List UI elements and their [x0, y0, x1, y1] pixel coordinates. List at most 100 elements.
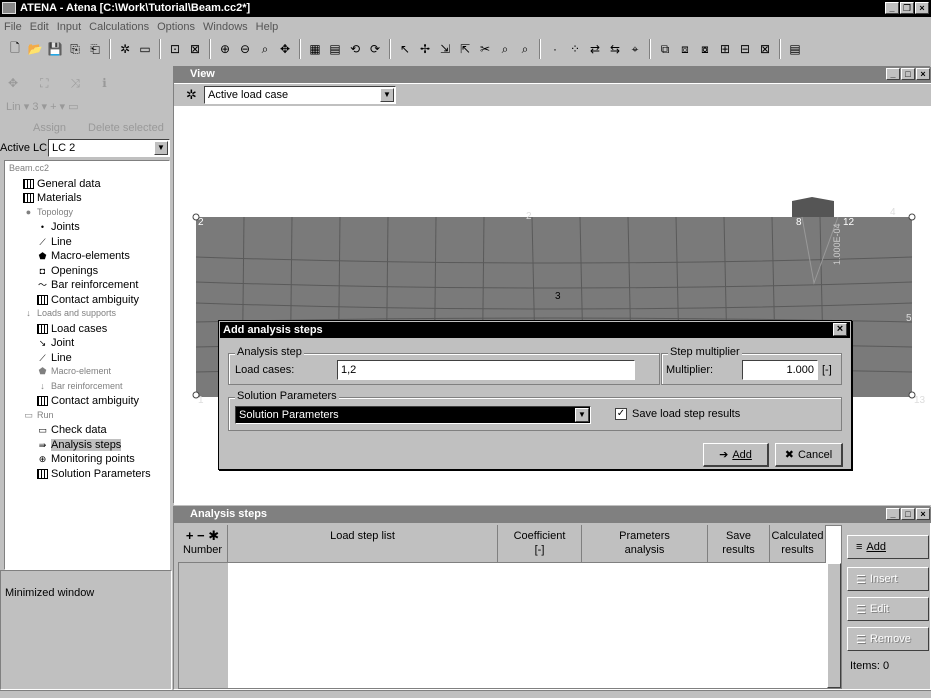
- new-file-icon[interactable]: 🗋: [6, 40, 24, 58]
- tree-item[interactable]: ▭ Run: [23, 410, 53, 420]
- dialog-add-button[interactable]: ➔ Add: [703, 443, 769, 467]
- pan-icon[interactable]: ✥: [276, 40, 294, 58]
- active-lc-select[interactable]: LC 2 ▼: [48, 139, 170, 157]
- tree-item[interactable]: Solution Parameters: [37, 468, 151, 480]
- left-toolbar-row2[interactable]: Lin ▾ 3 ▾ + ▾ ▭: [6, 100, 79, 113]
- tree-item[interactable]: ↓ Bar reinforcement: [37, 381, 122, 391]
- insert-step-button[interactable]: ☰ Insert: [847, 567, 929, 591]
- copy-icon[interactable]: ⎘: [66, 40, 84, 58]
- menu-file[interactable]: File: [4, 21, 22, 33]
- points-icon[interactable]: ⁘: [566, 40, 584, 58]
- select-line-icon[interactable]: ⇲: [436, 40, 454, 58]
- tree-item[interactable]: Materials: [23, 192, 82, 204]
- zoom-in-icon[interactable]: ⊕: [216, 40, 234, 58]
- close-button[interactable]: ×: [915, 2, 929, 14]
- move-icon[interactable]: ⇄: [586, 40, 604, 58]
- grid-icon[interactable]: ▦: [306, 40, 324, 58]
- view-frame-icon[interactable]: ⊠: [186, 40, 204, 58]
- layer4-icon[interactable]: ⊞: [716, 40, 734, 58]
- layer6-icon[interactable]: ⊠: [756, 40, 774, 58]
- view-minimize-button[interactable]: _: [886, 68, 900, 80]
- tree-item[interactable]: Beam.cc2: [9, 163, 49, 173]
- zoom-window-icon[interactable]: ⌕: [256, 40, 274, 58]
- multiplier-input[interactable]: 1.000: [742, 360, 818, 380]
- menu-windows[interactable]: Windows: [203, 21, 248, 33]
- remove-step-button[interactable]: ☰ Remove: [847, 627, 929, 651]
- layer1-icon[interactable]: ⧉: [656, 40, 674, 58]
- maximize-button[interactable]: ❐: [900, 2, 914, 14]
- chevron-down-icon[interactable]: ▼: [380, 88, 394, 102]
- col-number[interactable]: + − ✱ Number: [178, 525, 228, 563]
- tree-item[interactable]: ⬟ Macro-elements: [37, 250, 130, 262]
- tools-icon[interactable]: ✲: [116, 40, 134, 58]
- view-mode-icon[interactable]: ⊡: [166, 40, 184, 58]
- view-close-button[interactable]: ×: [916, 68, 930, 80]
- tree-item[interactable]: • Joints: [37, 221, 80, 233]
- col-save[interactable]: Save results: [708, 525, 770, 563]
- analysis-close-button[interactable]: ×: [916, 508, 930, 520]
- tree-item[interactable]: Contact ambiguity: [37, 294, 139, 306]
- gear-icon[interactable]: ✲: [186, 87, 197, 103]
- tree-item[interactable]: ● Topology: [23, 207, 73, 217]
- open-file-icon[interactable]: 📂: [26, 40, 44, 58]
- menu-help[interactable]: Help: [256, 21, 279, 33]
- tree-item[interactable]: ⟋ Line: [37, 352, 71, 364]
- move-tool-icon[interactable]: ✥: [8, 76, 18, 91]
- search-icon[interactable]: ⌕: [496, 40, 514, 58]
- tree-item[interactable]: General data: [23, 178, 101, 190]
- tree-item[interactable]: ↘ Joint: [37, 337, 75, 349]
- node-icon[interactable]: ⌖: [626, 40, 644, 58]
- point-icon[interactable]: ·: [546, 40, 564, 58]
- layer5-icon[interactable]: ⊟: [736, 40, 754, 58]
- analysis-minimize-button[interactable]: _: [886, 508, 900, 520]
- add-remove-controls[interactable]: + − ✱: [178, 529, 227, 543]
- move2-icon[interactable]: ⇆: [606, 40, 624, 58]
- hide-icon[interactable]: ▭: [136, 40, 154, 58]
- frame-tool-icon[interactable]: ⛶: [40, 76, 48, 91]
- select-region-icon[interactable]: ⇱: [456, 40, 474, 58]
- layer3-icon[interactable]: ⧇: [696, 40, 714, 58]
- dialog-cancel-button[interactable]: ✖ Cancel: [775, 443, 843, 467]
- save-icon[interactable]: 💾: [46, 40, 64, 58]
- paste-icon[interactable]: ⎗: [86, 40, 104, 58]
- tree-item[interactable]: ⟋ Line: [37, 236, 71, 248]
- tree-item[interactable]: ◘ Openings: [37, 265, 98, 277]
- load-case-select[interactable]: Active load case ▼: [204, 86, 396, 104]
- search2-icon[interactable]: ⌕: [516, 40, 534, 58]
- save-results-checkbox[interactable]: ✓: [615, 408, 627, 420]
- dialog-close-icon[interactable]: ×: [833, 323, 847, 336]
- solution-parameters-select[interactable]: Solution Parameters ▼: [235, 406, 591, 424]
- tree-item[interactable]: ⬟ Macro-element: [37, 366, 111, 376]
- menu-calculations[interactable]: Calculations: [89, 21, 149, 33]
- select-icon[interactable]: ↖: [396, 40, 414, 58]
- zoom-prev-icon[interactable]: ⟲: [346, 40, 364, 58]
- menu-input[interactable]: Input: [57, 21, 81, 33]
- chevron-down-icon[interactable]: ▼: [575, 408, 589, 422]
- zoom-all-icon[interactable]: ⟳: [366, 40, 384, 58]
- edit-step-button[interactable]: ☰ Edit: [847, 597, 929, 621]
- minimize-button[interactable]: _: [885, 2, 899, 14]
- col-load-step-list[interactable]: Load step list: [228, 525, 498, 563]
- grid2-icon[interactable]: ▤: [326, 40, 344, 58]
- delete-selected-button[interactable]: Delete selected: [88, 122, 164, 134]
- tree-item[interactable]: ⊕ Monitoring points: [37, 453, 135, 465]
- add-step-button[interactable]: ≡ Add: [847, 535, 929, 559]
- menu-edit[interactable]: Edit: [30, 21, 49, 33]
- tree-item[interactable]: 〜 Bar reinforcement: [37, 279, 138, 291]
- col-coefficient[interactable]: Coefficient [-]: [498, 525, 582, 563]
- analysis-maximize-button[interactable]: □: [901, 508, 915, 520]
- menu-options[interactable]: Options: [157, 21, 195, 33]
- zoom-out-icon[interactable]: ⊖: [236, 40, 254, 58]
- tree-item[interactable]: ↓ Loads and supports: [23, 308, 116, 318]
- assign-button[interactable]: Assign: [33, 122, 66, 134]
- layer2-icon[interactable]: ⧈: [676, 40, 694, 58]
- tree-item[interactable]: Load cases: [37, 323, 107, 335]
- tree-item[interactable]: ⇛ Analysis steps: [37, 438, 122, 451]
- col-calculated[interactable]: Calculated results: [770, 525, 826, 563]
- load-cases-input[interactable]: 1,2: [337, 360, 635, 380]
- cut-icon[interactable]: ✂: [476, 40, 494, 58]
- view-maximize-button[interactable]: □: [901, 68, 915, 80]
- select-node-icon[interactable]: ✢: [416, 40, 434, 58]
- calculator-icon[interactable]: ▤: [786, 40, 804, 58]
- chevron-down-icon[interactable]: ▼: [154, 141, 168, 155]
